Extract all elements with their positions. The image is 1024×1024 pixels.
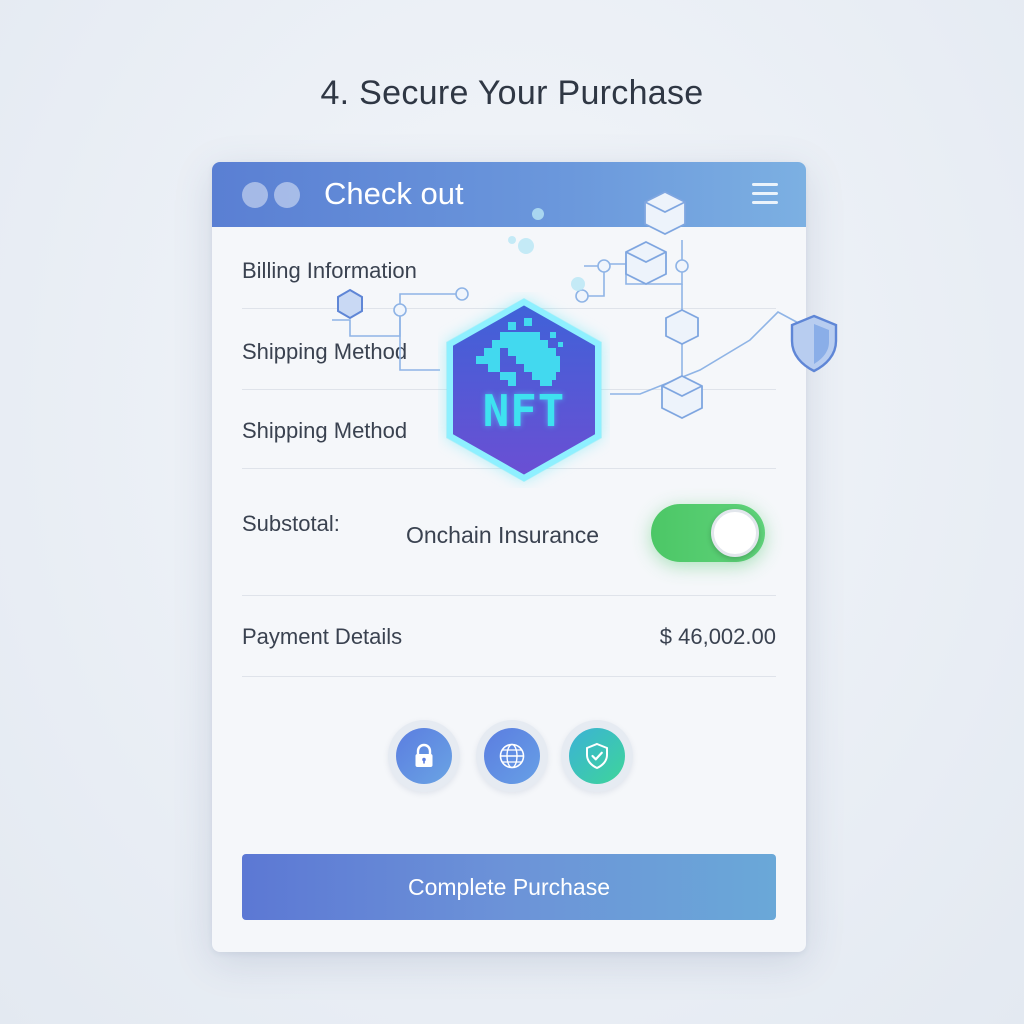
hamburger-menu-icon[interactable] (752, 183, 778, 205)
window-titlebar: Check out (212, 162, 806, 227)
lock-icon (415, 743, 433, 767)
window-control-dot[interactable] (274, 182, 300, 208)
billing-information-item[interactable]: Billing Information (242, 258, 417, 284)
window-control-dot[interactable] (242, 182, 268, 208)
toggle-knob (711, 509, 759, 557)
checkout-window: Check out Billing Information Shipping M… (212, 162, 806, 952)
window-title: Check out (324, 176, 464, 211)
page-title: 4. Secure Your Purchase (320, 74, 704, 112)
total-price: $ 46,002.00 (659, 624, 776, 649)
onchain-insurance-toggle[interactable] (651, 504, 765, 562)
nft-emblem: NFT (438, 292, 610, 488)
divider (242, 595, 776, 596)
shield-check-icon (586, 742, 608, 770)
complete-purchase-button[interactable]: Complete Purchase (242, 854, 776, 920)
globe-icon (499, 743, 525, 769)
divider (242, 676, 776, 677)
security-badge-globe (476, 720, 548, 792)
shipping-method-item[interactable]: Shipping Method (242, 418, 407, 444)
security-badge-shield (561, 720, 633, 792)
onchain-insurance-label: Onchain Insurance (406, 522, 600, 548)
nft-label: NFT (482, 386, 566, 437)
shipping-method-item[interactable]: Shipping Method (242, 339, 407, 365)
security-badge-lock (388, 720, 460, 792)
subtotal-label: Substotal: (242, 511, 340, 536)
payment-details-item[interactable]: Payment Details (242, 624, 402, 650)
